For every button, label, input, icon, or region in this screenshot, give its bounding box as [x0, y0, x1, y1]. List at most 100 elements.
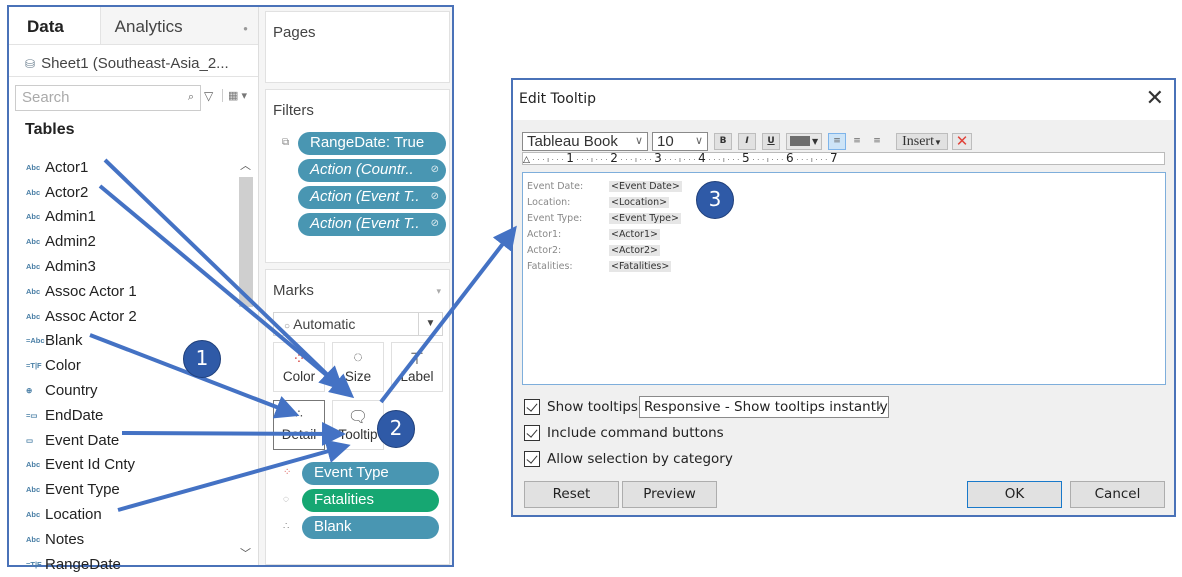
- mark-type-label: Automatic: [293, 316, 356, 332]
- field-name: EndDate: [45, 406, 104, 424]
- ruler-dots: · · · ı · · ·: [705, 156, 743, 164]
- bold-button[interactable]: B: [714, 132, 732, 150]
- color-icon: ⁘: [292, 351, 306, 368]
- data-pane: Data Analytics ● ⛁ Sheet1 (Southeast-Asi…: [9, 7, 259, 573]
- italic-button[interactable]: I: [738, 132, 756, 150]
- tab-data[interactable]: Data: [9, 7, 101, 44]
- marks-tooltip-button[interactable]: 🗨 Tooltip: [332, 400, 384, 450]
- scroll-up-icon[interactable]: ︿: [240, 157, 251, 173]
- font-size-select[interactable]: 10 ∨: [652, 131, 708, 151]
- include-command-buttons-checkbox[interactable]: [524, 425, 540, 441]
- step-badge-1: 1: [183, 340, 221, 378]
- filter-pill-label: RangeDate: True: [310, 134, 425, 151]
- data-source[interactable]: ⛁ Sheet1 (Southeast-Asia_2...: [9, 45, 258, 77]
- filter-pill-action-event-type-2[interactable]: Action (Event T.. ⊘: [298, 213, 446, 236]
- field-item[interactable]: ▭ Event Date: [9, 428, 237, 453]
- show-tooltips-option[interactable]: Show tooltips: [524, 399, 638, 415]
- marks-label-label: Label: [400, 369, 434, 384]
- include-command-buttons-label: Include command buttons: [547, 425, 724, 441]
- label-icon: ⊤: [410, 351, 424, 368]
- field-item[interactable]: Abc Actor1: [9, 155, 237, 180]
- marks-label-button[interactable]: ⊤ Label: [391, 342, 443, 392]
- align-left-button[interactable]: ≡: [828, 132, 846, 150]
- scroll-down-icon[interactable]: ﹀: [240, 545, 251, 561]
- filter-pill-label: Action (Event T..: [310, 215, 420, 232]
- filter-icon[interactable]: ▽: [204, 89, 213, 103]
- insert-menu-button[interactable]: Insert▼: [896, 132, 948, 150]
- marks-detail-button[interactable]: ∴ Detail: [273, 400, 325, 450]
- pages-shelf[interactable]: Pages: [265, 11, 450, 83]
- scrollbar-thumb[interactable]: [239, 177, 253, 307]
- include-command-buttons-option[interactable]: Include command buttons: [524, 425, 724, 441]
- field-name: Actor1: [45, 158, 89, 176]
- field-list-scrollbar[interactable]: ︿ ﹀: [237, 153, 255, 565]
- field-item[interactable]: =T|F RangeDate: [9, 552, 237, 577]
- close-icon[interactable]: ✕: [1146, 86, 1164, 111]
- text-color-button[interactable]: ▼: [786, 132, 822, 150]
- tooltip-line: Event Type: <Event Type>: [527, 210, 1165, 226]
- tab-analytics[interactable]: Analytics ●: [100, 7, 258, 44]
- field-item[interactable]: Abc Assoc Actor 2: [9, 304, 237, 329]
- marks-size-button[interactable]: ◌ Size: [332, 342, 384, 392]
- field-item[interactable]: =▭ EndDate: [9, 403, 237, 428]
- field-item[interactable]: Abc Location: [9, 502, 237, 527]
- field-item[interactable]: Abc Notes: [9, 527, 237, 552]
- align-right-button[interactable]: ≡: [868, 132, 886, 150]
- filter-pill-action-event-type[interactable]: Action (Event T.. ⊘: [298, 186, 446, 209]
- clear-button[interactable]: ✕: [952, 132, 972, 150]
- insert-label: Insert: [902, 133, 934, 149]
- cancel-button[interactable]: Cancel: [1070, 481, 1165, 508]
- preview-button[interactable]: Preview: [622, 481, 717, 508]
- step-badge-2: 2: [377, 410, 415, 448]
- marks-pill-blank[interactable]: Blank: [302, 516, 439, 539]
- chevron-down-icon[interactable]: ▼: [418, 313, 442, 335]
- tooltip-line: Actor2: <Actor2>: [527, 242, 1165, 258]
- marks-menu-icon[interactable]: ▾: [436, 286, 441, 297]
- filter-pill-action-country[interactable]: Action (Countr.. ⊘: [298, 159, 446, 182]
- marks-size-label: Size: [344, 369, 372, 384]
- mark-type-select[interactable]: ○ Automatic ▼: [273, 312, 443, 336]
- field-item[interactable]: Abc Event Id Cnty: [9, 453, 237, 478]
- pages-title: Pages: [273, 24, 316, 41]
- marks-pill-event-type[interactable]: Event Type: [302, 462, 439, 485]
- align-center-button[interactable]: ≡: [848, 132, 866, 150]
- tooltip-editor[interactable]: Event Date: <Event Date> Location: <Locatio…: [522, 172, 1166, 385]
- font-select[interactable]: Tableau Book ∨: [522, 131, 648, 151]
- data-source-label: Sheet1 (Southeast-Asia_2...: [41, 55, 229, 72]
- field-type-icon: Abc: [26, 460, 41, 470]
- step-badge-3: 3: [696, 181, 734, 219]
- tooltip-line: Location: <Location>: [527, 194, 1165, 210]
- field-item[interactable]: Abc Assoc Actor 1: [9, 279, 237, 304]
- marks-pill-fatalities[interactable]: Fatalities: [302, 489, 439, 512]
- field-name: Country: [45, 382, 98, 400]
- field-item[interactable]: Abc Event Type: [9, 477, 237, 502]
- tooltip-mode-select[interactable]: Responsive - Show tooltips instantly ∨: [639, 396, 889, 418]
- field-item[interactable]: Abc Admin3: [9, 254, 237, 279]
- underline-button[interactable]: U: [762, 132, 780, 150]
- tooltip-field-token: <Location>: [609, 196, 670, 208]
- filter-pill-rangedate[interactable]: RangeDate: True: [298, 132, 446, 155]
- search-input[interactable]: Search ⌕: [15, 85, 201, 111]
- field-name: Admin1: [45, 208, 96, 226]
- marks-color-button[interactable]: ⁘ Color: [273, 342, 325, 392]
- field-item[interactable]: ⊕ Country: [9, 378, 237, 403]
- color-encoding-icon: ⁘: [283, 467, 292, 478]
- view-options-icon[interactable]: ▦ ▾: [222, 89, 247, 102]
- ruler[interactable]: △ · · · ı · · · 1 · · · ı · · · 2 · · · …: [522, 152, 1165, 165]
- allow-selection-option[interactable]: Allow selection by category: [524, 451, 733, 467]
- field-item[interactable]: Abc Admin2: [9, 229, 237, 254]
- pane-options-icon[interactable]: ●: [243, 24, 248, 33]
- search-placeholder: Search: [22, 89, 70, 106]
- caret-down-icon: ▼: [812, 136, 819, 146]
- tables-heading: Tables: [25, 121, 75, 138]
- reset-button[interactable]: Reset: [524, 481, 619, 508]
- field-item[interactable]: Abc Actor2: [9, 180, 237, 205]
- tooltip-mode-value: Responsive - Show tooltips instantly: [644, 399, 888, 415]
- filters-shelf[interactable]: Filters ⧉ RangeDate: True Action (Countr…: [265, 89, 450, 263]
- field-name: Event Date: [45, 431, 120, 449]
- marks-color-label: Color: [282, 369, 316, 384]
- show-tooltips-checkbox[interactable]: [524, 399, 540, 415]
- allow-selection-checkbox[interactable]: [524, 451, 540, 467]
- ok-button[interactable]: OK: [967, 481, 1062, 508]
- field-item[interactable]: Abc Admin1: [9, 205, 237, 230]
